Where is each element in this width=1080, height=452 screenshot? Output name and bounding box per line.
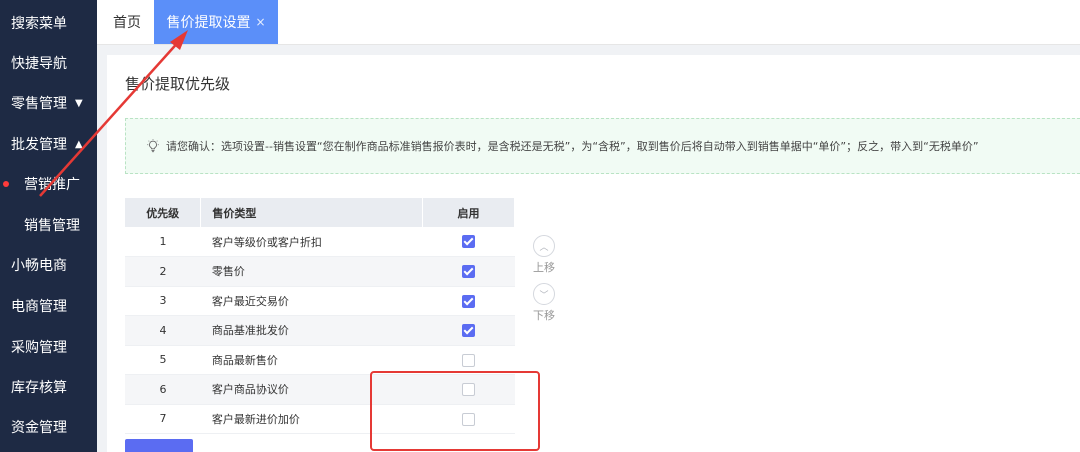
price-type-cell: 商品基准批发价 xyxy=(200,315,423,346)
lightbulb-icon xyxy=(147,139,159,153)
priority-cell: 5 xyxy=(125,345,201,375)
column-header-priority: 优先级 xyxy=(125,198,202,227)
main-panel: 售价提取优先级 请您确认：选项设置--销售设置“您在制作商品标准销售报价表时，是… xyxy=(107,55,1080,452)
sidebar-item-label: 零售管理 xyxy=(11,96,67,112)
sidebar-item-inventory[interactable]: 库存核算 xyxy=(0,367,97,407)
move-up-button[interactable]: ︿ 上移 xyxy=(532,235,556,275)
chevron-down-icon: ▼ xyxy=(75,97,83,109)
sidebar-item-wholesale[interactable]: 批发管理 ▲ xyxy=(0,124,97,164)
enabled-checkbox[interactable] xyxy=(462,235,476,249)
priority-cell: 6 xyxy=(125,374,201,405)
sidebar-item-funds[interactable]: 资金管理 xyxy=(0,407,97,447)
priority-cell: 7 xyxy=(125,404,201,434)
table-header-row: 优先级 售价类型 启用 xyxy=(125,198,515,227)
enabled-checkbox[interactable] xyxy=(462,353,476,367)
tab-bar: 首页 售价提取设置 × xyxy=(97,0,1080,45)
enabled-checkbox[interactable] xyxy=(462,324,476,337)
table-row[interactable]: 4 商品基准批发价 xyxy=(125,315,515,346)
priority-cell: 2 xyxy=(125,256,201,287)
sidebar: 搜索菜单 快捷导航 零售管理 ▼ 批发管理 ▲ 营销推广 销售管理 小畅电商 电… xyxy=(0,0,97,452)
sidebar-item-label: 搜索菜单 xyxy=(11,16,67,32)
chevron-down-icon: ﹀ xyxy=(533,283,555,305)
sidebar-item-label: 库存核算 xyxy=(11,380,67,396)
sidebar-item-label: 快捷导航 xyxy=(11,56,67,72)
enabled-checkbox[interactable] xyxy=(462,294,476,308)
sidebar-item-label: 资金管理 xyxy=(11,420,67,436)
sidebar-item-retail[interactable]: 零售管理 ▼ xyxy=(0,83,97,123)
sidebar-item-label: 电商管理 xyxy=(11,299,67,315)
sidebar-item-label: 小畅电商 xyxy=(11,258,67,274)
sidebar-item-label: 采购管理 xyxy=(11,340,67,356)
table-row[interactable]: 1 客户等级价或客户折扣 xyxy=(125,227,515,257)
chevron-up-icon: ▲ xyxy=(75,138,83,150)
enabled-checkbox[interactable] xyxy=(462,265,476,278)
column-header-price-type: 售价类型 xyxy=(200,198,424,227)
chevron-up-icon: ︿ xyxy=(533,235,555,257)
sidebar-item-label: 销售管理 xyxy=(24,218,80,234)
notice-text: 请您确认：选项设置--销售设置“您在制作商品标准销售报价表时，是含税还是无税”，… xyxy=(166,140,979,153)
tab-label: 售价提取设置 xyxy=(166,15,251,31)
annotation-highlight-box xyxy=(370,371,540,451)
table-row[interactable]: 3 客户最近交易价 xyxy=(125,286,515,316)
priority-cell: 4 xyxy=(125,315,201,346)
close-icon[interactable]: × xyxy=(255,15,265,29)
column-header-enabled: 启用 xyxy=(422,198,515,227)
sidebar-item-label: 营销推广 xyxy=(24,177,80,193)
price-type-cell: 客户等级价或客户折扣 xyxy=(200,227,423,257)
priority-cell: 3 xyxy=(125,286,201,316)
active-dot-icon xyxy=(3,181,9,187)
tab-price-extraction-settings[interactable]: 售价提取设置 × xyxy=(154,0,278,44)
tab-home[interactable]: 首页 xyxy=(113,0,141,44)
price-type-cell: 零售价 xyxy=(200,256,423,287)
table-row[interactable]: 2 零售价 xyxy=(125,256,515,287)
move-down-label: 下移 xyxy=(533,309,555,322)
priority-cell: 1 xyxy=(125,227,201,257)
sidebar-item-label: 批发管理 xyxy=(11,137,67,153)
sidebar-item-purchase[interactable]: 采购管理 xyxy=(0,327,97,367)
sidebar-item-sales[interactable]: 销售管理 xyxy=(0,205,97,245)
sidebar-item-ecommerce[interactable]: 电商管理 xyxy=(0,286,97,326)
tab-label: 首页 xyxy=(113,15,141,31)
move-down-button[interactable]: ﹀ 下移 xyxy=(532,283,556,323)
sidebar-item-xiaochang-ecommerce[interactable]: 小畅电商 xyxy=(0,245,97,285)
move-up-label: 上移 xyxy=(533,261,555,274)
sidebar-item-search-menu[interactable]: 搜索菜单 xyxy=(0,3,97,43)
sidebar-item-quick-nav[interactable]: 快捷导航 xyxy=(0,43,97,83)
info-notice: 请您确认：选项设置--销售设置“您在制作商品标准销售报价表时，是含税还是无税”，… xyxy=(125,118,1080,174)
page-title: 售价提取优先级 xyxy=(125,75,231,93)
price-type-cell: 客户最近交易价 xyxy=(200,286,423,316)
sidebar-item-marketing[interactable]: 营销推广 xyxy=(0,164,97,204)
app-window: 搜索菜单 快捷导航 零售管理 ▼ 批发管理 ▲ 营销推广 销售管理 小畅电商 电… xyxy=(0,0,1080,452)
save-button[interactable] xyxy=(125,439,193,452)
